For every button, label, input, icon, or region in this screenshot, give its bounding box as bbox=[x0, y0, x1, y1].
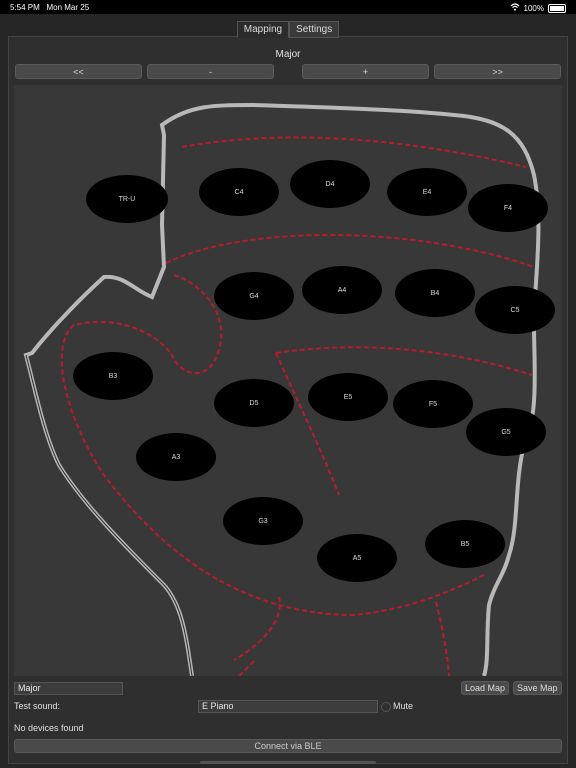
tab-bar: Mapping Settings bbox=[0, 21, 576, 38]
pad-d5[interactable]: D5 bbox=[214, 379, 294, 427]
pad-a4[interactable]: A4 bbox=[302, 266, 382, 314]
pad-f4[interactable]: F4 bbox=[468, 184, 548, 232]
pad-tr-u[interactable]: TR-U bbox=[86, 175, 168, 223]
pad-a3[interactable]: A3 bbox=[136, 433, 216, 481]
pad-a5[interactable]: A5 bbox=[317, 534, 397, 582]
tab-mapping[interactable]: Mapping bbox=[236, 21, 290, 38]
load-map-button[interactable]: Load Map bbox=[461, 681, 510, 695]
test-sound-label: Test sound: bbox=[14, 701, 61, 711]
status-date: Mon Mar 25 bbox=[46, 3, 90, 12]
pad-g5[interactable]: G5 bbox=[466, 408, 546, 456]
pad-b3[interactable]: B3 bbox=[73, 352, 153, 400]
mute-checkbox[interactable] bbox=[381, 702, 391, 712]
pad-b4[interactable]: B4 bbox=[395, 269, 475, 317]
home-indicator bbox=[200, 761, 376, 764]
minus-button[interactable]: - bbox=[147, 64, 274, 79]
tab-settings[interactable]: Settings bbox=[289, 21, 340, 38]
glove-outline-inner bbox=[25, 354, 193, 676]
pad-d4[interactable]: D4 bbox=[290, 160, 370, 208]
mute-label: Mute bbox=[393, 701, 414, 711]
pad-g3[interactable]: G3 bbox=[223, 497, 303, 545]
map-title: Major bbox=[275, 49, 301, 60]
status-bar: 5:54 PM Mon Mar 25 100% bbox=[0, 0, 576, 14]
battery-percent: 100% bbox=[523, 3, 544, 13]
pad-g4[interactable]: G4 bbox=[214, 272, 294, 320]
glove-map-canvas[interactable]: TR-U C4 D4 E4 F4 G4 A4 B4 C5 B3 D5 E5 F5… bbox=[14, 85, 562, 676]
test-sound-select[interactable]: E Piano bbox=[198, 700, 378, 713]
save-map-button[interactable]: Save Map bbox=[513, 681, 562, 695]
battery-icon bbox=[548, 3, 566, 13]
status-time-date: 5:54 PM Mon Mar 25 bbox=[10, 3, 89, 12]
pad-c4[interactable]: C4 bbox=[199, 168, 279, 216]
status-right: 100% bbox=[510, 3, 566, 13]
pad-b5[interactable]: B5 bbox=[425, 520, 505, 568]
pad-e4[interactable]: E4 bbox=[387, 168, 467, 216]
plus-button[interactable]: + bbox=[302, 64, 429, 79]
wifi-icon bbox=[510, 3, 520, 13]
prev-fast-button[interactable]: << bbox=[15, 64, 142, 79]
next-fast-button[interactable]: >> bbox=[434, 64, 561, 79]
pad-f5[interactable]: F5 bbox=[393, 380, 473, 428]
pad-e5[interactable]: E5 bbox=[308, 373, 388, 421]
map-name-field[interactable]: Major bbox=[14, 682, 123, 695]
pad-c5[interactable]: C5 bbox=[475, 286, 555, 334]
devices-status: No devices found bbox=[14, 723, 84, 733]
connect-ble-button[interactable]: Connect via BLE bbox=[14, 739, 562, 753]
status-time: 5:54 PM bbox=[10, 3, 40, 12]
